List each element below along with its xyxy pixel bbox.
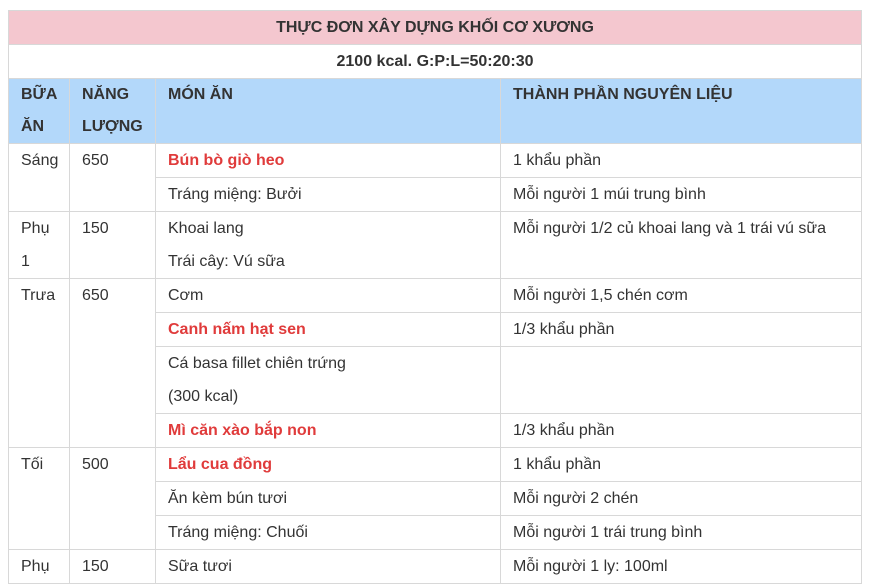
meal-cell: Phụ [8,549,70,584]
dish-cell: Cá basa fillet chiên trứng (300 kcal) [155,346,501,414]
meal-line1: Phụ [21,220,50,237]
header-energy-line2: LƯỢNG [82,118,143,135]
table-title: THỰC ĐƠN XÂY DỰNG KHỐI CƠ XƯƠNG [7,10,863,45]
table-title-row: THỰC ĐƠN XÂY DỰNG KHỐI CƠ XƯƠNG [7,10,863,45]
dish-line1: Cá basa fillet chiên trứng [168,355,346,372]
energy-cell: 500 [69,447,156,550]
table-row: Phụ 1 150 Khoai lang Trái cây: Vú sữa Mỗ… [8,211,863,279]
table-subtitle: 2100 kcal. G:P:L=50:20:30 [7,44,863,79]
ingredient-cell: Mỗi người 2 chén [499,481,863,516]
header-ingredients: THÀNH PHẦN NGUYÊN LIỆU [499,78,863,144]
dish-cell: Ăn kèm bún tươi [155,481,501,516]
menu-table: THỰC ĐƠN XÂY DỰNG KHỐI CƠ XƯƠNG 2100 kca… [7,10,863,584]
energy-cell: 150 [69,211,156,279]
meal-line2: 1 [21,253,30,270]
ingredient-cell: 1/3 khẩu phần [499,312,863,347]
header-meal-line1: BỮA [21,86,58,103]
header-energy: NĂNG LƯỢNG [69,78,156,144]
menu-table-container: THỰC ĐƠN XÂY DỰNG KHỐI CƠ XƯƠNG 2100 kca… [7,10,863,584]
dish-line2: (300 kcal) [168,388,239,405]
dish-cell: Canh nấm hạt sen [155,312,501,347]
header-dish: MÓN ĂN [155,78,501,144]
dish-cell: Bún bò giò heo [155,143,501,178]
table-subtitle-row: 2100 kcal. G:P:L=50:20:30 [7,44,863,79]
energy-cell: 150 [69,549,156,584]
table-row: Phụ 150 Sữa tươi Mỗi người 1 ly: 100ml [8,549,863,584]
energy-cell: 650 [69,278,156,448]
dish-cell: Tráng miệng: Chuối [155,515,501,550]
header-energy-line1: NĂNG [82,86,130,103]
dish-line2: Trái cây: Vú sữa [168,253,285,270]
table-header-row: BỮA ĂN NĂNG LƯỢNG MÓN ĂN THÀNH PHẦN NGUY… [8,78,863,144]
dish-cell: Tráng miệng: Bưởi [155,177,501,212]
dish-cell: Khoai lang Trái cây: Vú sữa [155,211,501,279]
dish-cell: Lẩu cua đồng [155,447,501,482]
dish-cell: Cơm [155,278,501,313]
meal-cell: Tối [8,447,70,550]
ingredient-cell: 1/3 khẩu phần [499,413,863,448]
energy-cell: 650 [69,143,156,212]
table-row: Trưa 650 Cơm Mỗi người 1,5 chén cơm [8,278,863,448]
meal-cell: Trưa [8,278,70,448]
dish-cell: Mì căn xào bắp non [155,413,501,448]
ingredient-cell: 1 khẩu phần [499,143,863,178]
dish-line1: Khoai lang [168,220,244,237]
header-meal: BỮA ĂN [8,78,70,144]
table-row: Sáng 650 Bún bò giò heo 1 khẩu phần [8,143,863,212]
ingredient-cell: Mỗi người 1,5 chén cơm [499,278,863,313]
ingredient-cell: 1 khẩu phần [499,447,863,482]
ingredient-cell: Mỗi người 1 múi trung bình [499,177,863,212]
header-meal-line2: ĂN [21,118,45,135]
ingredient-cell: Mỗi người 1 trái trung bình [499,515,863,550]
meal-cell: Phụ 1 [8,211,70,279]
ingredient-cell: Mỗi người 1/2 củ khoai lang và 1 trái vú… [499,211,863,279]
dish-cell: Sữa tươi [155,549,501,584]
ingredient-cell: Mỗi người 1 ly: 100ml [499,549,863,584]
ingredient-cell [499,346,863,414]
table-row: Tối 500 Lẩu cua đồng 1 khẩu phần [8,447,863,550]
meal-cell: Sáng [8,143,70,212]
